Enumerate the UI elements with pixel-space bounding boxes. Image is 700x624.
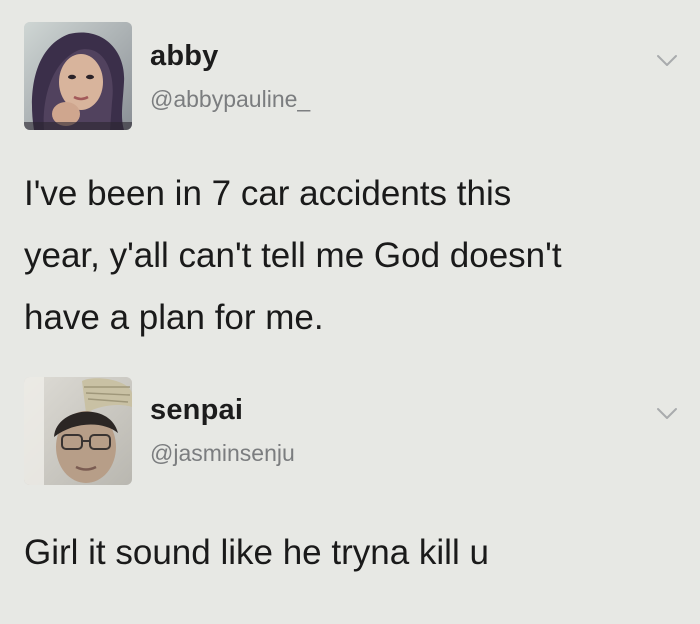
display-name[interactable]: senpai <box>150 394 243 427</box>
chevron-down-icon[interactable] <box>656 407 678 421</box>
tweet: senpai @jasminsenju Girl it sound like h… <box>0 360 700 624</box>
profile-photo-icon <box>24 377 132 485</box>
tweet-text: I've been in 7 car accidents this year, … <box>24 174 562 337</box>
tweet: abby @abbypauline_ I've been in 7 car ac… <box>0 0 700 360</box>
avatar[interactable] <box>24 377 132 485</box>
tweet-text: Girl it sound like he tryna kill u <box>24 533 489 572</box>
user-handle[interactable]: @jasminsenju <box>150 440 295 467</box>
display-name[interactable]: abby <box>150 40 219 73</box>
avatar[interactable] <box>24 22 132 130</box>
chevron-down-icon[interactable] <box>656 54 678 68</box>
profile-photo-icon <box>24 22 132 130</box>
user-handle[interactable]: @abbypauline_ <box>150 86 310 113</box>
